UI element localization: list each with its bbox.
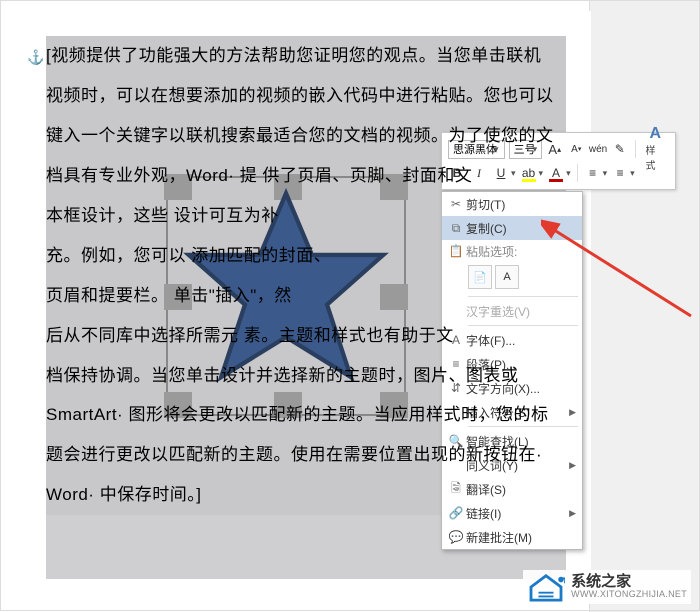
- styles-button[interactable]: A 样式: [642, 126, 669, 172]
- paragraph-line: 键入一个关键字以联机搜索最适合您的文档的视频。为了使您的文: [46, 116, 566, 156]
- submenu-arrow-icon: ▶: [569, 508, 576, 519]
- paragraph-line: SmartArt· 图形将会更改以匹配新的主题。当应用样式时，您的标: [46, 395, 566, 435]
- paragraph-line: 档具有专业外观，Word· 提 供了页眉、页脚、封面和文: [46, 156, 566, 196]
- watermark-logo-icon: [527, 572, 565, 602]
- paragraph-line: 充。例如，您可以 添加匹配的封面、: [46, 236, 566, 276]
- number-list-button[interactable]: ≡: [611, 164, 629, 182]
- menu-new-comment[interactable]: 💬 新建批注(M): [442, 525, 582, 549]
- paragraph-line: 页眉和提要栏。 单击"插入"，然: [46, 276, 566, 316]
- watermark: 系统之家 WWW.XITONGZHIJIA.NET: [523, 570, 691, 604]
- page-gutter: [589, 1, 699, 612]
- paragraph-line: [视频提供了功能强大的方法帮助您证明您的观点。当您单击联机: [46, 36, 566, 76]
- phonetic-guide-button[interactable]: wén: [589, 140, 607, 158]
- submenu-arrow-icon: ▶: [569, 407, 576, 418]
- paragraph-line: 后从不同库中选择所需元 素。主题和样式也有助于文: [46, 316, 566, 356]
- anchor-icon: ⚓: [27, 49, 44, 66]
- document-canvas[interactable]: ⚓ [视频提供了功能强大的方法帮助您证明您的观点。当您单击联机 视频时，可以在想…: [11, 11, 591, 571]
- format-painter-button[interactable]: ✎: [611, 140, 629, 158]
- bullet-list-button[interactable]: ≡: [584, 164, 602, 182]
- paragraph-line: 档保持协调。当您单击设计并选择新的主题时，图片、图表或: [46, 356, 566, 396]
- selected-text-block[interactable]: [视频提供了功能强大的方法帮助您证明您的观点。当您单击联机 视频时，可以在想要添…: [46, 36, 566, 515]
- watermark-title: 系统之家: [571, 574, 687, 591]
- paragraph-line: Word· 中保存时间。]: [46, 475, 566, 515]
- paragraph-line: 视频时，可以在想要添加的视频的嵌入代码中进行粘贴。您也可以: [46, 76, 566, 116]
- comment-icon: 💬: [446, 530, 466, 544]
- watermark-url: WWW.XITONGZHIJIA.NET: [571, 590, 687, 600]
- shrink-font-button[interactable]: A▾: [568, 140, 586, 158]
- paragraph-line: 本框设计，这些 设计可互为补: [46, 196, 566, 236]
- paragraph-line: 题会进行更改以匹配新的主题。使用在需要位置出现的新按钮在·: [46, 435, 566, 475]
- submenu-arrow-icon: ▶: [569, 460, 576, 471]
